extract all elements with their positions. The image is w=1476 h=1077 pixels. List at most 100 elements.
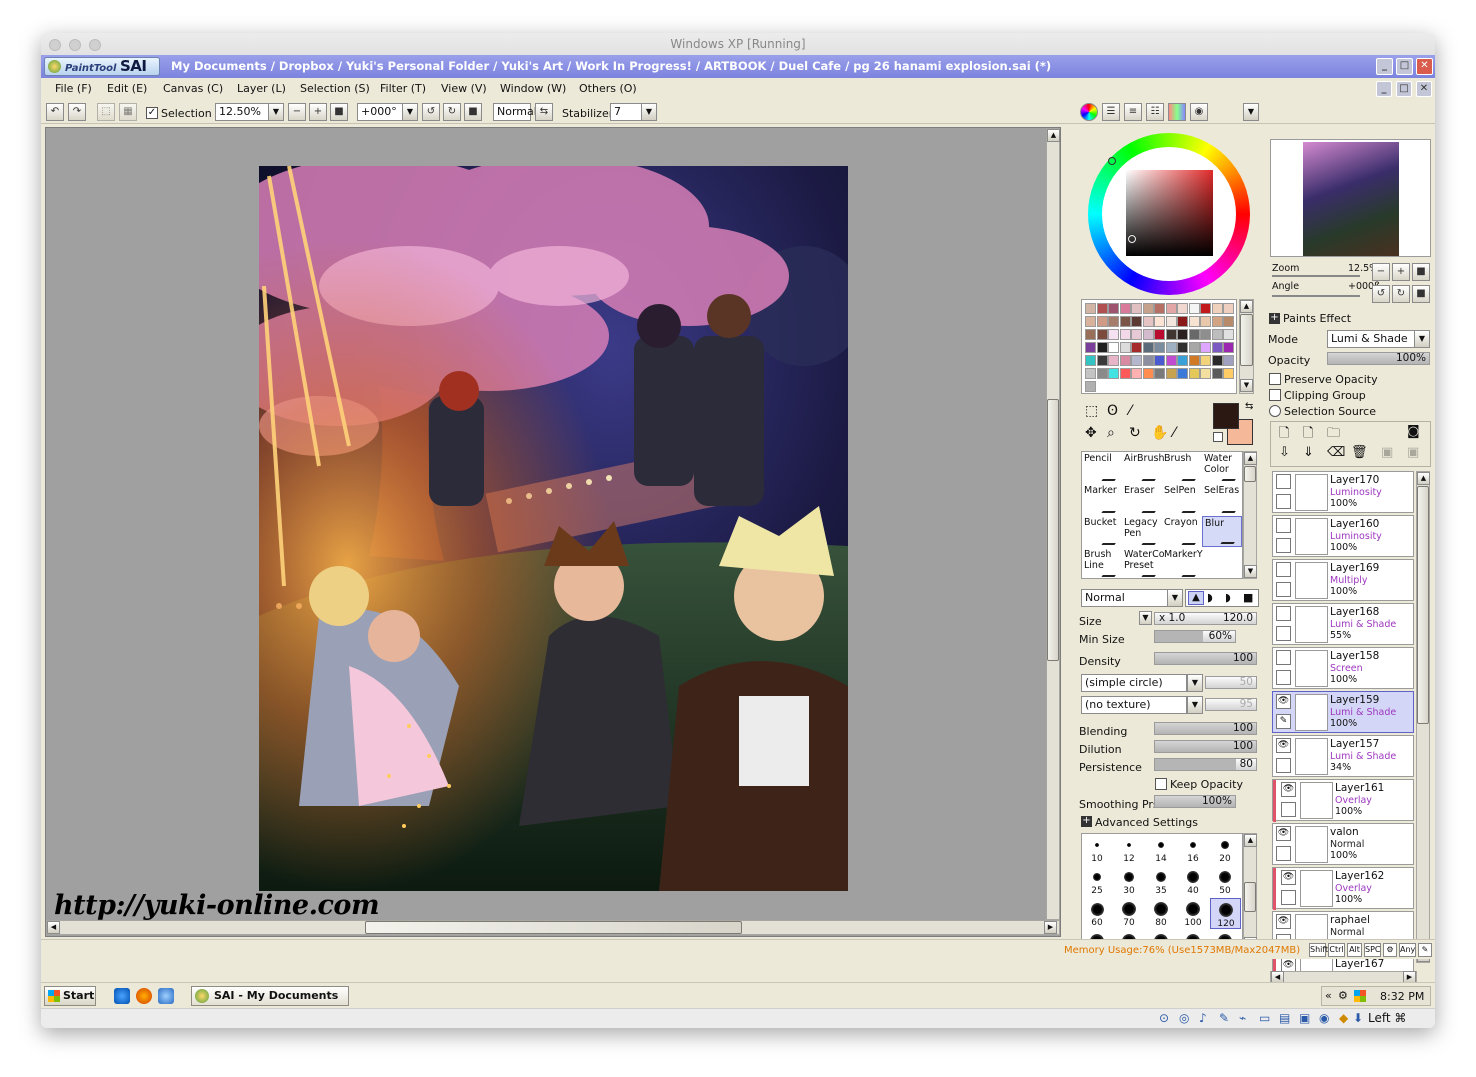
layer-visibility-eye-icon[interactable] [1276, 474, 1291, 489]
color-swatch[interactable] [1188, 355, 1200, 366]
brush-size-preset[interactable]: 80 [1146, 898, 1177, 929]
mouse-integration-icon[interactable]: ⬇ [1353, 1011, 1363, 1025]
doc-maximize-button[interactable]: □ [1396, 81, 1412, 97]
tool-legacy-pen[interactable]: Legacy Pen [1122, 516, 1164, 547]
layer-mode-dropdown-icon[interactable]: ▼ [1414, 330, 1430, 348]
undo-icon[interactable]: ↶ [46, 103, 64, 121]
layer-visibility-eye-icon[interactable]: 👁 [1281, 958, 1296, 971]
hand-icon[interactable]: ✋ [1151, 425, 1168, 441]
rgb-slider-tab-icon[interactable]: ☰ [1102, 103, 1120, 121]
saturation-value-square[interactable] [1126, 170, 1213, 256]
doc-minimize-button[interactable]: _ [1376, 81, 1392, 97]
brush-size-preset[interactable]: 30 [1114, 866, 1145, 897]
color-swatch[interactable] [1177, 342, 1188, 353]
color-swatch[interactable] [1211, 368, 1223, 379]
brush-size-preset[interactable]: 50 [1210, 866, 1241, 897]
brush-size-preset[interactable]: 20 [1210, 834, 1241, 865]
rotate-left-icon[interactable]: ↺ [422, 103, 440, 121]
delete-mask-icon[interactable]: ▣ [1407, 445, 1419, 460]
brush-size-scroll-thumb[interactable] [1244, 882, 1256, 912]
color-swatch[interactable] [1154, 329, 1165, 340]
density-slider[interactable]: 100 [1154, 652, 1257, 665]
tip-square-icon[interactable]: ■ [1243, 591, 1253, 604]
color-swatch[interactable] [1085, 381, 1096, 392]
color-swatch[interactable] [1177, 303, 1188, 314]
color-swatch[interactable] [1085, 342, 1096, 353]
merge-down-icon[interactable]: ⇓ [1303, 445, 1314, 460]
nav-zoom-reset-icon[interactable]: ■ [1412, 263, 1430, 281]
color-swatch[interactable] [1131, 368, 1142, 379]
layer-row[interactable]: Layer169 Multiply 100% [1272, 559, 1414, 601]
nav-zoom-slider[interactable] [1272, 275, 1360, 277]
tool-water-color[interactable]: Water Color [1202, 452, 1244, 483]
color-swatch[interactable] [1154, 342, 1165, 353]
rotate-right-icon[interactable]: ↻ [443, 103, 461, 121]
color-swatch[interactable] [1108, 368, 1119, 379]
color-swatch[interactable] [1108, 329, 1119, 340]
layer-lock-icon[interactable] [1276, 538, 1291, 553]
color-swatch[interactable] [1200, 303, 1211, 314]
color-swatch[interactable] [1165, 342, 1177, 353]
rect-select-icon[interactable]: ⬚ [1085, 403, 1098, 419]
hsv-slider-tab-icon[interactable]: ≡ [1124, 103, 1142, 121]
brush-size-preset[interactable]: 100 [1178, 898, 1209, 929]
color-swatch[interactable] [1211, 342, 1223, 353]
transparent-color-icon[interactable] [1213, 432, 1223, 442]
color-swatch[interactable] [1188, 342, 1200, 353]
layer-row[interactable]: 👁 Layer162 Overlay 100% [1272, 867, 1414, 910]
taskbar-sai-item[interactable]: SAI - My Documents ... [191, 986, 349, 1020]
tools-scroll-thumb[interactable] [1244, 466, 1256, 482]
tool-bucket[interactable]: Bucket [1082, 516, 1124, 547]
color-swatch[interactable] [1142, 342, 1154, 353]
clear-layer-icon[interactable]: ⌫ [1327, 445, 1345, 460]
layer-row[interactable]: 👁 Layer157 Lumi & Shade 34% [1272, 735, 1414, 777]
artwork-canvas[interactable] [259, 166, 848, 891]
color-panel-menu-icon[interactable]: ▼ [1243, 103, 1259, 121]
color-swatch[interactable] [1142, 316, 1154, 327]
close-button[interactable]: ✕ [1416, 58, 1433, 75]
tip-round-icon[interactable]: ◗ [1207, 591, 1213, 604]
color-swatch[interactable] [1154, 316, 1165, 327]
color-swatch[interactable] [1131, 355, 1142, 366]
tool-blur[interactable]: Blur [1202, 516, 1243, 547]
color-swatch[interactable] [1119, 329, 1131, 340]
new-folder-icon[interactable]: 🗀 [1327, 424, 1340, 446]
layer-visibility-eye-icon[interactable] [1276, 650, 1291, 665]
layer-visibility-eye-icon[interactable]: 👁 [1276, 738, 1291, 753]
advanced-settings-label[interactable]: Advanced Settings [1095, 816, 1198, 829]
delete-layer-icon[interactable]: 🗑 [1351, 445, 1368, 460]
color-swatch[interactable] [1200, 368, 1211, 379]
keep-opacity-checkbox[interactable] [1155, 778, 1167, 790]
brush-size-preset[interactable]: 25 [1082, 866, 1113, 897]
layer-scrollbar[interactable]: ▲ ▼ [1416, 471, 1430, 963]
color-swatch[interactable] [1165, 303, 1177, 314]
layer-lock-icon[interactable] [1276, 626, 1291, 641]
color-swatch[interactable] [1211, 355, 1223, 366]
zoom-dropdown-icon[interactable]: ▼ [268, 103, 284, 121]
layer-lock-icon[interactable] [1281, 890, 1296, 905]
color-swatch[interactable] [1211, 329, 1223, 340]
nav-rotate-reset-icon[interactable]: ■ [1412, 285, 1430, 303]
color-swatch[interactable] [1200, 342, 1211, 353]
layer-visibility-eye-icon[interactable] [1276, 606, 1291, 621]
size-mult-dropdown-icon[interactable]: ▼ [1139, 611, 1152, 625]
tool-blend-dropdown-icon[interactable]: ▼ [1167, 589, 1183, 607]
color-swatch[interactable] [1085, 368, 1096, 379]
doc-close-button[interactable]: ✕ [1416, 81, 1432, 97]
layer-visibility-eye-icon[interactable]: 👁 [1276, 694, 1291, 709]
layer-visibility-eye-icon[interactable]: 👁 [1276, 914, 1291, 929]
color-swatch[interactable] [1223, 342, 1234, 353]
color-swatch[interactable] [1131, 329, 1142, 340]
color-swatch[interactable] [1119, 368, 1131, 379]
rotate-reset-icon[interactable]: ■ [464, 103, 482, 121]
shared-folder-icon[interactable]: ▭ [1259, 1011, 1270, 1025]
scratchpad-tab-icon[interactable]: ◉ [1190, 103, 1208, 121]
layer-row[interactable]: 👁 Layer161 Overlay 100% [1272, 779, 1414, 822]
menu-view[interactable]: View (V) [441, 78, 487, 100]
close-traffic-light[interactable] [49, 39, 61, 51]
stabilizer-field[interactable]: 7 [610, 103, 642, 121]
hue-ring[interactable] [1088, 133, 1250, 295]
vertical-scroll-thumb[interactable] [1047, 399, 1059, 661]
zoom-out-icon[interactable]: − [288, 103, 306, 121]
tool-seleras[interactable]: SelEras [1202, 484, 1244, 515]
